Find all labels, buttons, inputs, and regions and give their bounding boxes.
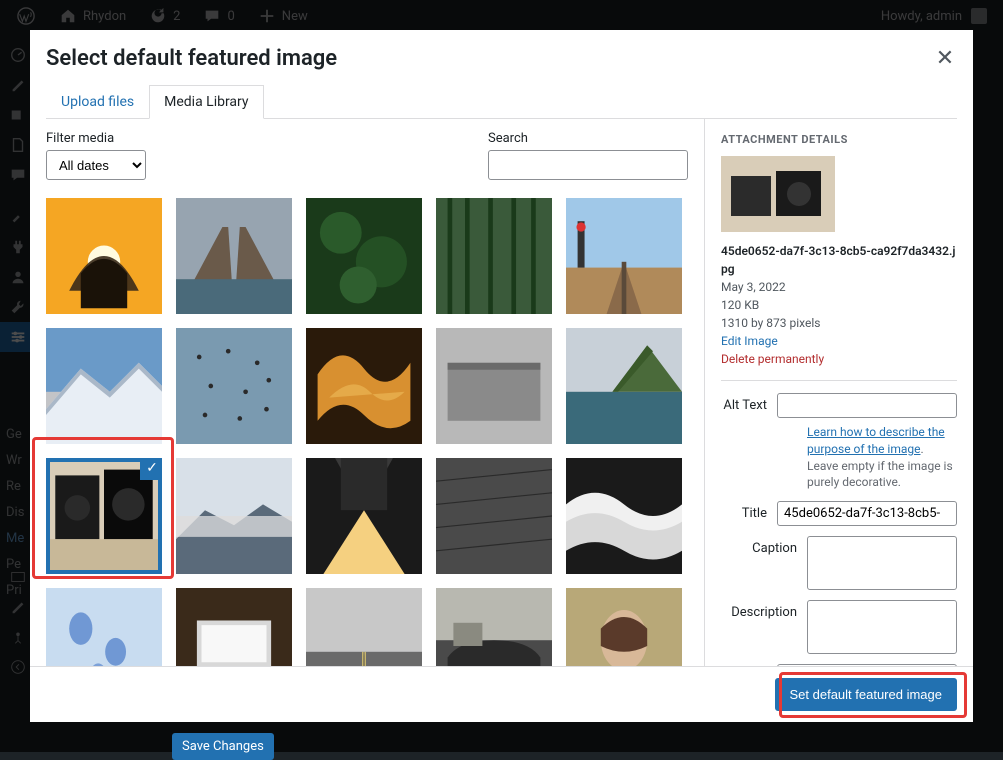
title-label: Title bbox=[721, 501, 767, 521]
search-input[interactable] bbox=[488, 150, 688, 180]
modal-title: Select default featured image bbox=[46, 46, 957, 71]
modal-tabs: Upload files Media Library bbox=[46, 85, 957, 119]
media-thumb-ocean-waves[interactable] bbox=[566, 458, 682, 574]
media-thumb-green-foliage[interactable] bbox=[306, 198, 422, 314]
filter-media-label: Filter media bbox=[46, 131, 146, 146]
details-divider bbox=[721, 380, 957, 381]
attachment-dimensions: 1310 by 873 pixels bbox=[721, 314, 957, 332]
alt-text-help: Learn how to describe the purpose of the… bbox=[807, 424, 957, 491]
attachment-details-title: ATTACHMENT DETAILS bbox=[721, 133, 957, 146]
description-input[interactable] bbox=[807, 600, 957, 654]
media-thumb-camera-gear[interactable]: ✓ bbox=[46, 458, 162, 574]
media-thumb-gray-architecture[interactable] bbox=[436, 328, 552, 444]
alt-text-input[interactable] bbox=[777, 393, 957, 418]
media-thumb-bamboo-forest[interactable] bbox=[436, 198, 552, 314]
media-thumb-cliff-coast[interactable] bbox=[566, 328, 682, 444]
attachment-details-pane: ATTACHMENT DETAILS 45de0652-da7f-3c13-8c… bbox=[705, 119, 973, 681]
filter-dates-select[interactable]: All dates bbox=[46, 150, 146, 180]
attachment-preview-thumb bbox=[721, 156, 835, 232]
tab-upload-files[interactable]: Upload files bbox=[46, 85, 149, 118]
edit-image-link[interactable]: Edit Image bbox=[721, 332, 957, 350]
alt-help-link[interactable]: Learn how to describe the purpose of the… bbox=[807, 425, 945, 456]
media-thumb-tunnel-hall[interactable] bbox=[306, 458, 422, 574]
caption-label: Caption bbox=[721, 536, 797, 556]
media-grid: ✓ bbox=[46, 198, 688, 681]
search-label: Search bbox=[488, 131, 688, 146]
attachment-date: May 3, 2022 bbox=[721, 278, 957, 296]
set-default-featured-image-button[interactable]: Set default featured image bbox=[775, 678, 958, 711]
media-thumb-grayscale-texture[interactable] bbox=[436, 458, 552, 574]
save-changes-button[interactable]: Save Changes bbox=[172, 733, 274, 760]
title-input[interactable] bbox=[777, 501, 957, 526]
media-thumb-snow-mountain[interactable] bbox=[46, 328, 162, 444]
media-thumb-canal-buildings[interactable] bbox=[176, 198, 292, 314]
media-thumb-sunset-heart[interactable] bbox=[46, 198, 162, 314]
description-label: Description bbox=[721, 600, 797, 620]
attachment-filesize: 120 KB bbox=[721, 296, 957, 314]
delete-permanently-link[interactable]: Delete permanently bbox=[721, 350, 957, 368]
media-thumb-railway-tracks[interactable] bbox=[566, 198, 682, 314]
modal-footer: Set default featured image bbox=[30, 666, 973, 722]
media-thumb-mountain-clouds[interactable] bbox=[176, 458, 292, 574]
media-library-pane: Filter media All dates Search ✓ bbox=[30, 119, 705, 681]
alt-text-label: Alt Text bbox=[721, 393, 767, 413]
caption-input[interactable] bbox=[807, 536, 957, 590]
close-button[interactable]: ✕ bbox=[927, 40, 963, 76]
media-thumb-birds-sky[interactable] bbox=[176, 328, 292, 444]
checkmark-icon[interactable]: ✓ bbox=[140, 458, 162, 480]
attachment-filename: 45de0652-da7f-3c13-8cb5-ca92f7da3432.jpg bbox=[721, 242, 957, 278]
media-modal: ✕ Select default featured image Upload f… bbox=[30, 30, 973, 722]
attachment-meta: 45de0652-da7f-3c13-8cb5-ca92f7da3432.jpg… bbox=[721, 242, 957, 368]
media-thumb-autumn-leaves[interactable] bbox=[306, 328, 422, 444]
tab-media-library[interactable]: Media Library bbox=[149, 85, 263, 119]
